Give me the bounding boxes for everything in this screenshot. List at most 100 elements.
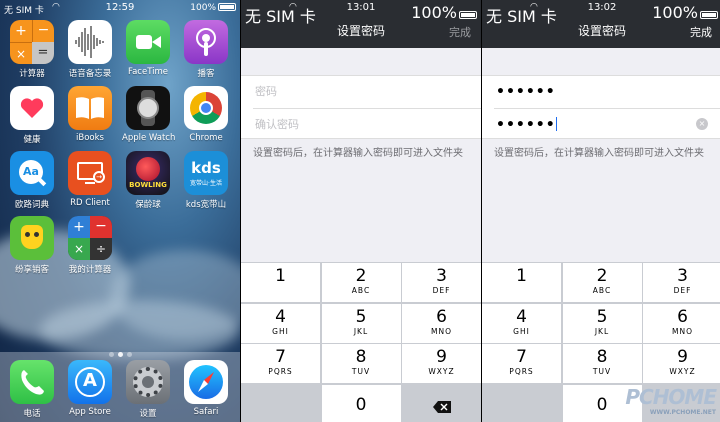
keypad-key-7[interactable]: 7 PQRS [241, 344, 320, 383]
nav-bar: 无 SIM 卡 ◠ 13:01 100% 设置密码 完成 [241, 0, 481, 48]
clear-icon[interactable]: × [696, 118, 708, 130]
keypad-key-5[interactable]: 5 JKL [562, 303, 642, 343]
watermark-url: WWW.PCHOME.NET [649, 409, 716, 416]
key-digit: 7 [275, 347, 286, 367]
key-digit: 9 [677, 347, 688, 367]
keypad-key-8[interactable]: 8 TUV [321, 344, 401, 383]
key-digit: 6 [677, 306, 688, 327]
key-digit: 1 [275, 266, 286, 286]
app-label: 保龄球 [135, 200, 161, 210]
app-label: 设置 [139, 409, 157, 419]
keypad-key-2[interactable]: 2 ABC [562, 263, 642, 302]
app-label: 计算器 [19, 69, 45, 79]
app-app-store[interactable]: A App Store [64, 360, 116, 417]
key-letters: WXYZ [428, 367, 455, 376]
app-label: 欧路词典 [14, 200, 49, 210]
hint-text: 设置密码后，在计算器输入密码即可进入文件夹 [494, 148, 704, 159]
app-label: iBooks [76, 133, 104, 143]
ibooks-icon [68, 86, 112, 130]
battery-icon [700, 11, 718, 19]
keypad-key-9[interactable]: 9 WXYZ [402, 344, 481, 383]
battery-percent: 100% [411, 3, 457, 22]
keypad-key-0[interactable]: 0 [321, 384, 401, 422]
app-ibooks[interactable]: iBooks [64, 86, 116, 143]
watermark-logo: PCHOME [625, 385, 717, 409]
keypad-key-6[interactable]: 6 MNO [402, 303, 481, 343]
keypad-key-6[interactable]: 6 MNO [643, 303, 720, 343]
app-voice-memos[interactable]: 语音备忘录 [64, 20, 116, 79]
app-apple-watch[interactable]: Apple Watch [122, 86, 175, 143]
safari-icon [184, 360, 228, 404]
keypad-blank [482, 384, 561, 422]
key-letters: TUV [351, 367, 371, 376]
app-settings[interactable]: 设置 [122, 360, 174, 419]
app-label: kds宽带山 [185, 200, 227, 210]
app-store-icon: A [68, 360, 112, 404]
app-phone[interactable]: 电话 [6, 360, 58, 419]
keypad-key-8[interactable]: 8 TUV [562, 344, 642, 383]
key-digit: 1 [516, 266, 527, 286]
kds-badge: kds [191, 159, 221, 177]
keypad-key-3[interactable]: 3 DEF [643, 263, 720, 302]
battery-percent: 100% [190, 3, 216, 13]
keypad-key-4[interactable]: 4 GHI [482, 303, 561, 343]
app-facetime[interactable]: FaceTime [122, 20, 174, 77]
app-label: FaceTime [127, 67, 169, 77]
keypad-key-7[interactable]: 7 PQRS [482, 344, 561, 383]
password-field[interactable]: •••••• [482, 76, 720, 108]
app-chrome[interactable]: Chrome [180, 86, 232, 143]
health-icon [10, 86, 54, 130]
key-digit: 8 [355, 347, 367, 367]
keypad-key-9[interactable]: 9 WXYZ [643, 344, 720, 383]
key-digit: 8 [596, 347, 608, 367]
key-digit: 4 [275, 306, 286, 327]
key-digit: 2 [355, 266, 367, 286]
app-safari[interactable]: Safari [180, 360, 232, 417]
password-value: •••••• [496, 84, 556, 100]
app-fxiaoke[interactable]: 纷享销客 [6, 216, 58, 275]
keypad-key-4[interactable]: 4 GHI [241, 303, 320, 343]
nav-bar: 无 SIM 卡 ◠ 13:02 100% 设置密码 完成 [482, 0, 720, 48]
watermark: PCHOME WWW.PCHOME.NET [625, 385, 717, 416]
key-digit: 5 [596, 306, 608, 327]
done-button[interactable]: 完成 [449, 24, 471, 40]
app-calculator[interactable]: + − × = 计算器 [6, 20, 58, 79]
apple-watch-icon [126, 86, 170, 130]
chrome-icon [184, 86, 228, 130]
phone-icon [10, 360, 54, 404]
keypad-key-3[interactable]: 3 DEF [402, 263, 481, 302]
app-rd-client[interactable]: → RD Client [64, 151, 116, 208]
password-field[interactable]: 密码 [241, 76, 481, 108]
keypad-delete-key[interactable] [402, 384, 481, 422]
facetime-icon [126, 20, 170, 64]
app-label: RD Client [70, 198, 110, 208]
confirm-password-value: •••••• [496, 117, 556, 133]
voice-memos-icon [68, 20, 112, 64]
key-letters: GHI [272, 326, 289, 336]
app-eudic[interactable]: Aa 欧路词典 [6, 151, 58, 210]
app-my-calculator[interactable]: + − × ÷ 我的计算器 [64, 216, 116, 275]
keypad-key-1[interactable]: 1 [241, 263, 320, 302]
confirm-password-field[interactable]: •••••• × [494, 108, 720, 140]
app-health[interactable]: 健康 [6, 86, 58, 145]
numeric-keypad: 1 2 ABC 3 DEF 4 GHI 5 JKL 6 MNO 7 PQRS 8 TUV 9 WXYZ 0 [241, 262, 481, 422]
confirm-password-field[interactable]: 确认密码 [253, 108, 481, 140]
podcasts-icon [184, 20, 228, 64]
done-button[interactable]: 完成 [690, 24, 712, 40]
key-letters: MNO [431, 326, 452, 336]
app-kds[interactable]: kds 宽带山·生活 kds宽带山 [180, 151, 232, 210]
key-letters: GHI [513, 326, 530, 336]
key-letters: PQRS [268, 367, 293, 376]
keypad-key-1[interactable]: 1 [482, 263, 561, 302]
settings-icon [126, 360, 170, 404]
app-bowling[interactable]: BOWLING 保龄球 [122, 151, 174, 210]
app-podcasts[interactable]: 播客 [180, 20, 232, 79]
key-letters: DEF [673, 286, 692, 295]
set-password-screen-filled: 无 SIM 卡 ◠ 13:02 100% 设置密码 完成 •••••• •••••… [482, 0, 720, 422]
app-label: Safari [193, 407, 219, 417]
key-letters: PQRS [509, 367, 534, 376]
key-digit: 6 [436, 306, 447, 327]
keypad-key-2[interactable]: 2 ABC [321, 263, 401, 302]
keypad-key-5[interactable]: 5 JKL [321, 303, 401, 343]
calculator-icon: + − × = [10, 20, 54, 64]
